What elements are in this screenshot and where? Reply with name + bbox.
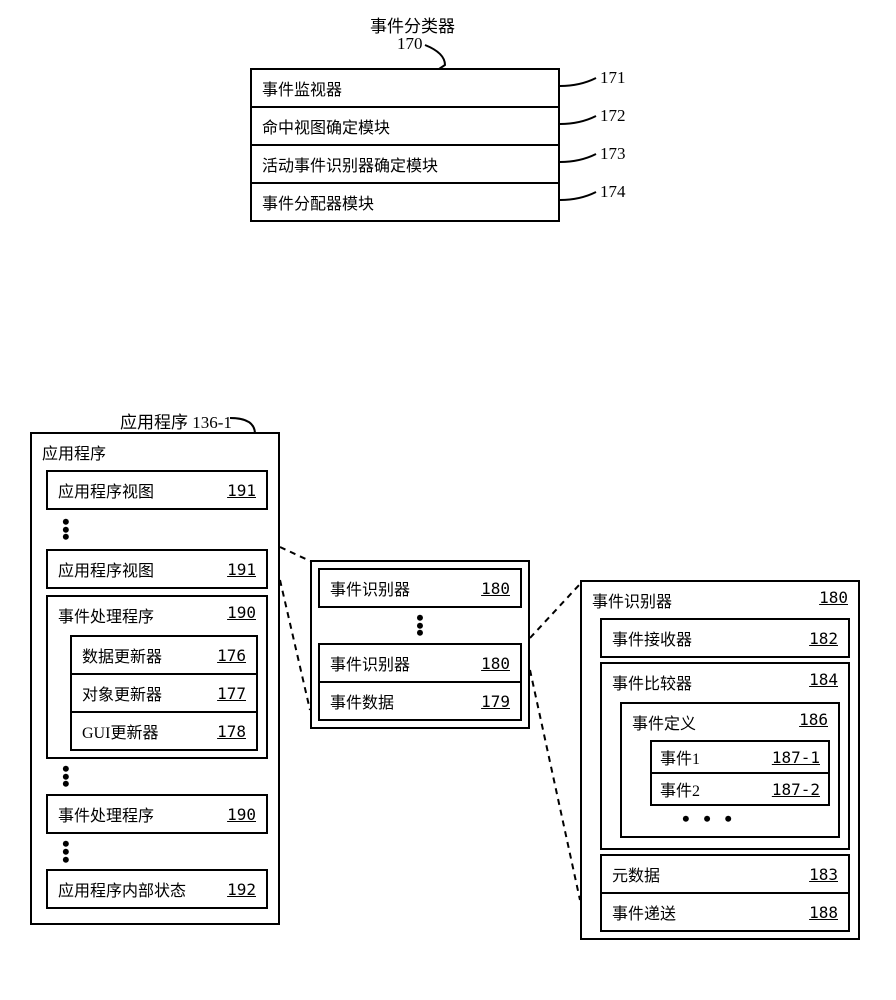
middle-box: 事件识别器 180 ••• 事件识别器 180 事件数据 179 (310, 560, 530, 729)
app-view-2: 应用程序视图 191 (46, 549, 268, 589)
classifier-row-2: 活动事件识别器确定模块 (250, 144, 560, 184)
ref-172: 172 (600, 106, 626, 126)
obj-updater-row: 对象更新器 177 (70, 673, 258, 713)
metadata-row: 元数据 183 (600, 854, 850, 894)
ref-173: 173 (600, 144, 626, 164)
right-box: 事件识别器 180 事件接收器 182 事件比较器 184 事件定义 186 事… (580, 580, 860, 940)
classifier-row-1: 命中视图确定模块 (250, 106, 560, 146)
row-label: 活动事件识别器确定模块 (262, 152, 438, 176)
classifier-row-0: 事件监视器 (250, 68, 560, 108)
dash-left-top (280, 547, 315, 567)
row-label: 命中视图确定模块 (262, 114, 390, 138)
definition-header: 事件定义 186 (622, 704, 838, 740)
leader-171 (560, 78, 600, 90)
app-box: 应用程序 应用程序视图 191 ••• 应用程序视图 191 事件处理程序 19… (30, 432, 280, 925)
gui-updater-row: GUI更新器 178 (70, 711, 258, 751)
delivery-row: 事件递送 188 (600, 892, 850, 932)
ref-174: 174 (600, 182, 626, 202)
receiver-row: 事件接收器 182 (600, 618, 850, 658)
event-handler-box: 事件处理程序 190 数据更新器 176 对象更新器 177 GUI更新器 17… (46, 595, 268, 759)
leader-172 (560, 116, 600, 128)
classifier-box: 事件监视器 命中视图确定模块 活动事件识别器确定模块 事件分配器模块 (250, 68, 560, 222)
dash-left-bottom (280, 580, 315, 720)
handler-header: 事件处理程序 190 (48, 597, 266, 633)
row-label: 事件分配器模块 (262, 190, 374, 214)
app-title: 应用程序 136-1 (120, 408, 232, 433)
event-handler-2: 事件处理程序 190 (46, 794, 268, 834)
definition-box: 事件定义 186 事件1 187-1 事件2 187-2 • • • (620, 702, 840, 838)
leader-174 (560, 192, 600, 204)
comparator-header: 事件比较器 184 (602, 664, 848, 700)
comparator-box: 事件比较器 184 事件定义 186 事件1 187-1 事件2 187-2 •… (600, 662, 850, 850)
dash-right-bottom (530, 670, 585, 910)
row-label: 事件监视器 (262, 76, 342, 100)
vdots-icon: ••• (62, 840, 278, 863)
classifier-ref: 170 (397, 34, 423, 54)
app-header: 应用程序 (32, 434, 278, 470)
event2-row: 事件2 187-2 (650, 772, 830, 806)
event1-row: 事件1 187-1 (650, 740, 830, 774)
vdots-icon: ••• (62, 765, 278, 788)
classifier-row-3: 事件分配器模块 (250, 182, 560, 222)
right-header: 事件识别器 180 (582, 582, 858, 618)
data-updater-row: 数据更新器 176 (70, 635, 258, 675)
ref-171: 171 (600, 68, 626, 88)
app-view-1: 应用程序视图 191 (46, 470, 268, 510)
internal-state-row: 应用程序内部状态 192 (46, 869, 268, 909)
recognizer-row-1: 事件识别器 180 (318, 568, 522, 608)
event-data-row: 事件数据 179 (318, 681, 522, 721)
vdots-icon: ••• (318, 614, 522, 637)
hdots-icon: • • • (662, 806, 838, 832)
vdots-icon: ••• (62, 518, 278, 541)
recognizer-row-2: 事件识别器 180 (318, 643, 522, 683)
leader-173 (560, 154, 600, 166)
